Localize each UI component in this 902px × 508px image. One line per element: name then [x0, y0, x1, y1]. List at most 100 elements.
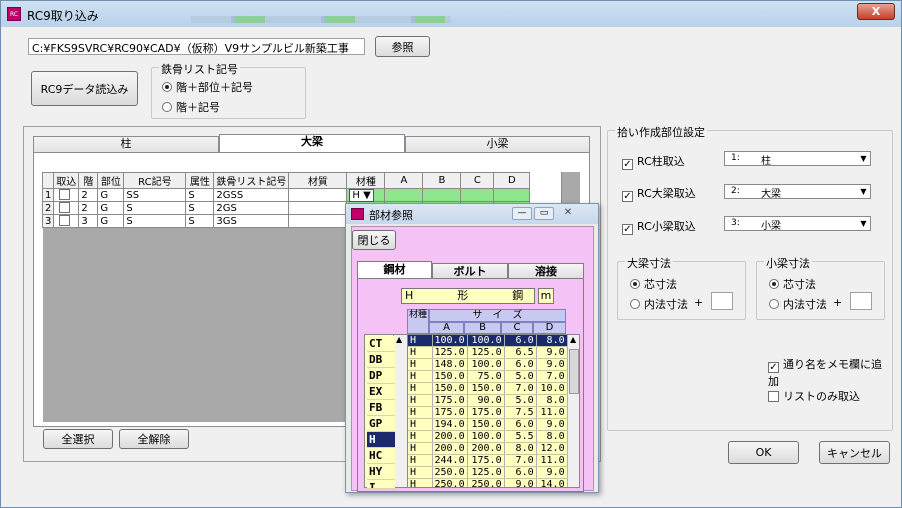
table-row[interactable]: 1 2 G SS S 2GSS H ▼ — [41, 188, 531, 202]
tab-steel[interactable]: 鋼材 — [357, 261, 432, 279]
girder-part-select[interactable]: 2: 大梁 ▼ — [724, 184, 871, 200]
table-row[interactable]: H 200.0 100.0 5.5 8.0 — [408, 430, 568, 443]
tab-bolt[interactable]: ボルト — [432, 263, 508, 279]
close-window-button[interactable]: X — [857, 3, 895, 20]
table-row[interactable]: H 244.0 175.0 7.0 11.0 — [408, 454, 568, 467]
beam-dim-center[interactable]: 芯寸法 — [769, 276, 816, 292]
size-list-scrollbar[interactable]: ▲ — [567, 335, 579, 487]
cell-part[interactable]: G — [97, 201, 125, 215]
list-item[interactable]: HC — [367, 448, 395, 464]
steel-list-option-1[interactable]: 階＋部位＋記号 — [162, 79, 253, 95]
clear-all-button[interactable]: 全解除 — [119, 429, 189, 449]
cell-part[interactable]: G — [97, 214, 125, 228]
column-part-select[interactable]: 1: 柱 ▼ — [724, 151, 871, 167]
cell-c: 8.0 — [504, 442, 537, 455]
cell-b[interactable] — [422, 188, 462, 202]
cell-kind-dropdown[interactable]: H ▼ — [346, 188, 386, 202]
cell-floor[interactable]: 2 — [78, 188, 99, 202]
rc-beam-import-checkbox[interactable]: ✓ RC小梁取込 — [622, 218, 696, 235]
girder-dim-center[interactable]: 芯寸法 — [630, 276, 677, 292]
load-rc9-data-button[interactable]: RC9データ読込み — [31, 71, 138, 106]
cell-c[interactable] — [460, 188, 495, 202]
rc-girder-import-checkbox[interactable]: ✓ RC大梁取込 — [622, 185, 696, 202]
steel-list-group: 鉄骨リスト記号 階＋部位＋記号 階＋記号 — [151, 61, 306, 119]
list-item[interactable]: DB — [367, 352, 395, 368]
tab-column[interactable]: 柱 — [33, 136, 219, 152]
import-checkbox[interactable] — [53, 214, 80, 228]
cell-material[interactable] — [288, 201, 348, 215]
cell-rc-code[interactable]: S — [123, 214, 187, 228]
radio-icon — [162, 82, 172, 92]
table-row[interactable]: H 150.0 150.0 7.0 10.0 — [408, 382, 568, 395]
select-all-button[interactable]: 全選択 — [43, 429, 113, 449]
list-item[interactable]: DP — [367, 368, 395, 384]
col-header-steel-code: 鉄骨リスト記号 — [213, 172, 290, 189]
girder-offset-input[interactable] — [711, 292, 733, 310]
ok-button[interactable]: OK — [728, 441, 799, 464]
browse-button[interactable]: 参照 — [375, 36, 430, 57]
import-checkbox[interactable] — [53, 188, 80, 202]
dialog-close-button[interactable]: 閉じる — [352, 230, 396, 250]
tab-girder[interactable]: 大梁 — [219, 134, 405, 152]
memo-add-checkbox[interactable]: ✓ 通り名をメモ欄に追加 — [768, 356, 892, 389]
tab-weld[interactable]: 溶接 — [508, 263, 584, 279]
table-row[interactable]: H 250.0 125.0 6.0 9.0 — [408, 466, 568, 479]
cell-attr[interactable]: S — [185, 188, 215, 202]
table-row[interactable]: H 200.0 200.0 8.0 12.0 — [408, 442, 568, 455]
scroll-up-icon[interactable]: ▲ — [396, 335, 402, 344]
path-input[interactable]: C:¥FKS9SVRC¥RC90¥CAD¥（仮称）V9サンプルビル新築工事 — [28, 38, 365, 55]
import-checkbox[interactable] — [53, 201, 80, 215]
cell-a[interactable] — [384, 188, 424, 202]
list-item[interactable]: EX — [367, 384, 395, 400]
list-item[interactable]: HY — [367, 464, 395, 480]
tab-beam[interactable]: 小梁 — [405, 136, 590, 152]
cell-kind: H — [408, 370, 433, 383]
beam-dim-inner[interactable]: 内法寸法 — [769, 296, 827, 312]
table-row[interactable]: H 150.0 75.0 5.0 7.0 — [408, 370, 568, 383]
list-item[interactable]: CT — [367, 336, 395, 352]
cell-floor[interactable]: 3 — [78, 214, 99, 228]
cell-attr[interactable]: S — [185, 201, 215, 215]
girder-dim-inner-label: 内法寸法 — [644, 298, 688, 311]
beam-offset-input[interactable] — [850, 292, 872, 310]
steel-list-option-2[interactable]: 階＋記号 — [162, 99, 220, 115]
minimize-icon[interactable]: — — [512, 207, 532, 220]
cell-material[interactable] — [288, 188, 348, 202]
table-row[interactable]: H 175.0 175.0 7.5 11.0 — [408, 406, 568, 419]
table-row[interactable]: H 194.0 150.0 6.0 9.0 — [408, 418, 568, 431]
table-row[interactable]: H 148.0 100.0 6.0 9.0 — [408, 358, 568, 371]
list-item-selected[interactable]: H — [367, 432, 395, 448]
scrollbar-thumb[interactable] — [569, 349, 579, 394]
cancel-button[interactable]: キャンセル — [819, 441, 890, 464]
size-list[interactable]: ▲ H 100.0 100.0 6.0 8.0 H 125.0 125.0 6.5 9.0 H1… — [407, 334, 580, 488]
scroll-up-icon[interactable]: ▲ — [570, 335, 576, 344]
table-row[interactable]: H 250.0 250.0 9.0 14.0 — [408, 478, 568, 487]
cell-rc-code[interactable]: S — [123, 201, 187, 215]
cell-attr[interactable]: S — [185, 214, 215, 228]
beam-part-select[interactable]: 3: 小梁 ▼ — [724, 216, 871, 232]
cell-material[interactable] — [288, 214, 348, 228]
cell-part[interactable]: G — [97, 188, 125, 202]
table-row[interactable]: H 100.0 100.0 6.0 8.0 — [408, 335, 568, 347]
list-item[interactable]: GP — [367, 416, 395, 432]
list-item[interactable]: I — [367, 480, 395, 489]
table-row[interactable]: H 175.0 90.0 5.0 8.0 — [408, 394, 568, 407]
cell-steel-code[interactable]: 2GSS — [213, 188, 290, 202]
list-item[interactable]: FB — [367, 400, 395, 416]
cell-steel-code[interactable]: 2GS — [213, 201, 290, 215]
rc-column-import-checkbox[interactable]: ✓ RC柱取込 — [622, 153, 685, 170]
cell-d[interactable] — [493, 188, 531, 202]
shape-list-scrollbar[interactable]: ▲ — [393, 335, 407, 487]
title-bar[interactable]: RC RC9取り込み X — [1, 1, 901, 27]
list-only-checkbox[interactable]: リストのみ取込 — [768, 388, 860, 404]
girder-dim-inner[interactable]: 内法寸法 — [630, 296, 688, 312]
cell-steel-code[interactable]: 3GS — [213, 214, 290, 228]
cell-floor[interactable]: 2 — [78, 201, 99, 215]
maximize-icon[interactable]: ▭ — [534, 207, 554, 220]
dialog-title-bar[interactable]: 部材参照 — ▭ ✕ — [346, 204, 598, 224]
checkbox-icon — [768, 391, 779, 402]
close-icon[interactable]: ✕ — [558, 207, 578, 220]
cell-rc-code[interactable]: SS — [123, 188, 187, 202]
window-title: RC9取り込み — [27, 9, 99, 23]
table-row[interactable]: H 125.0 125.0 6.5 9.0 — [408, 346, 568, 359]
